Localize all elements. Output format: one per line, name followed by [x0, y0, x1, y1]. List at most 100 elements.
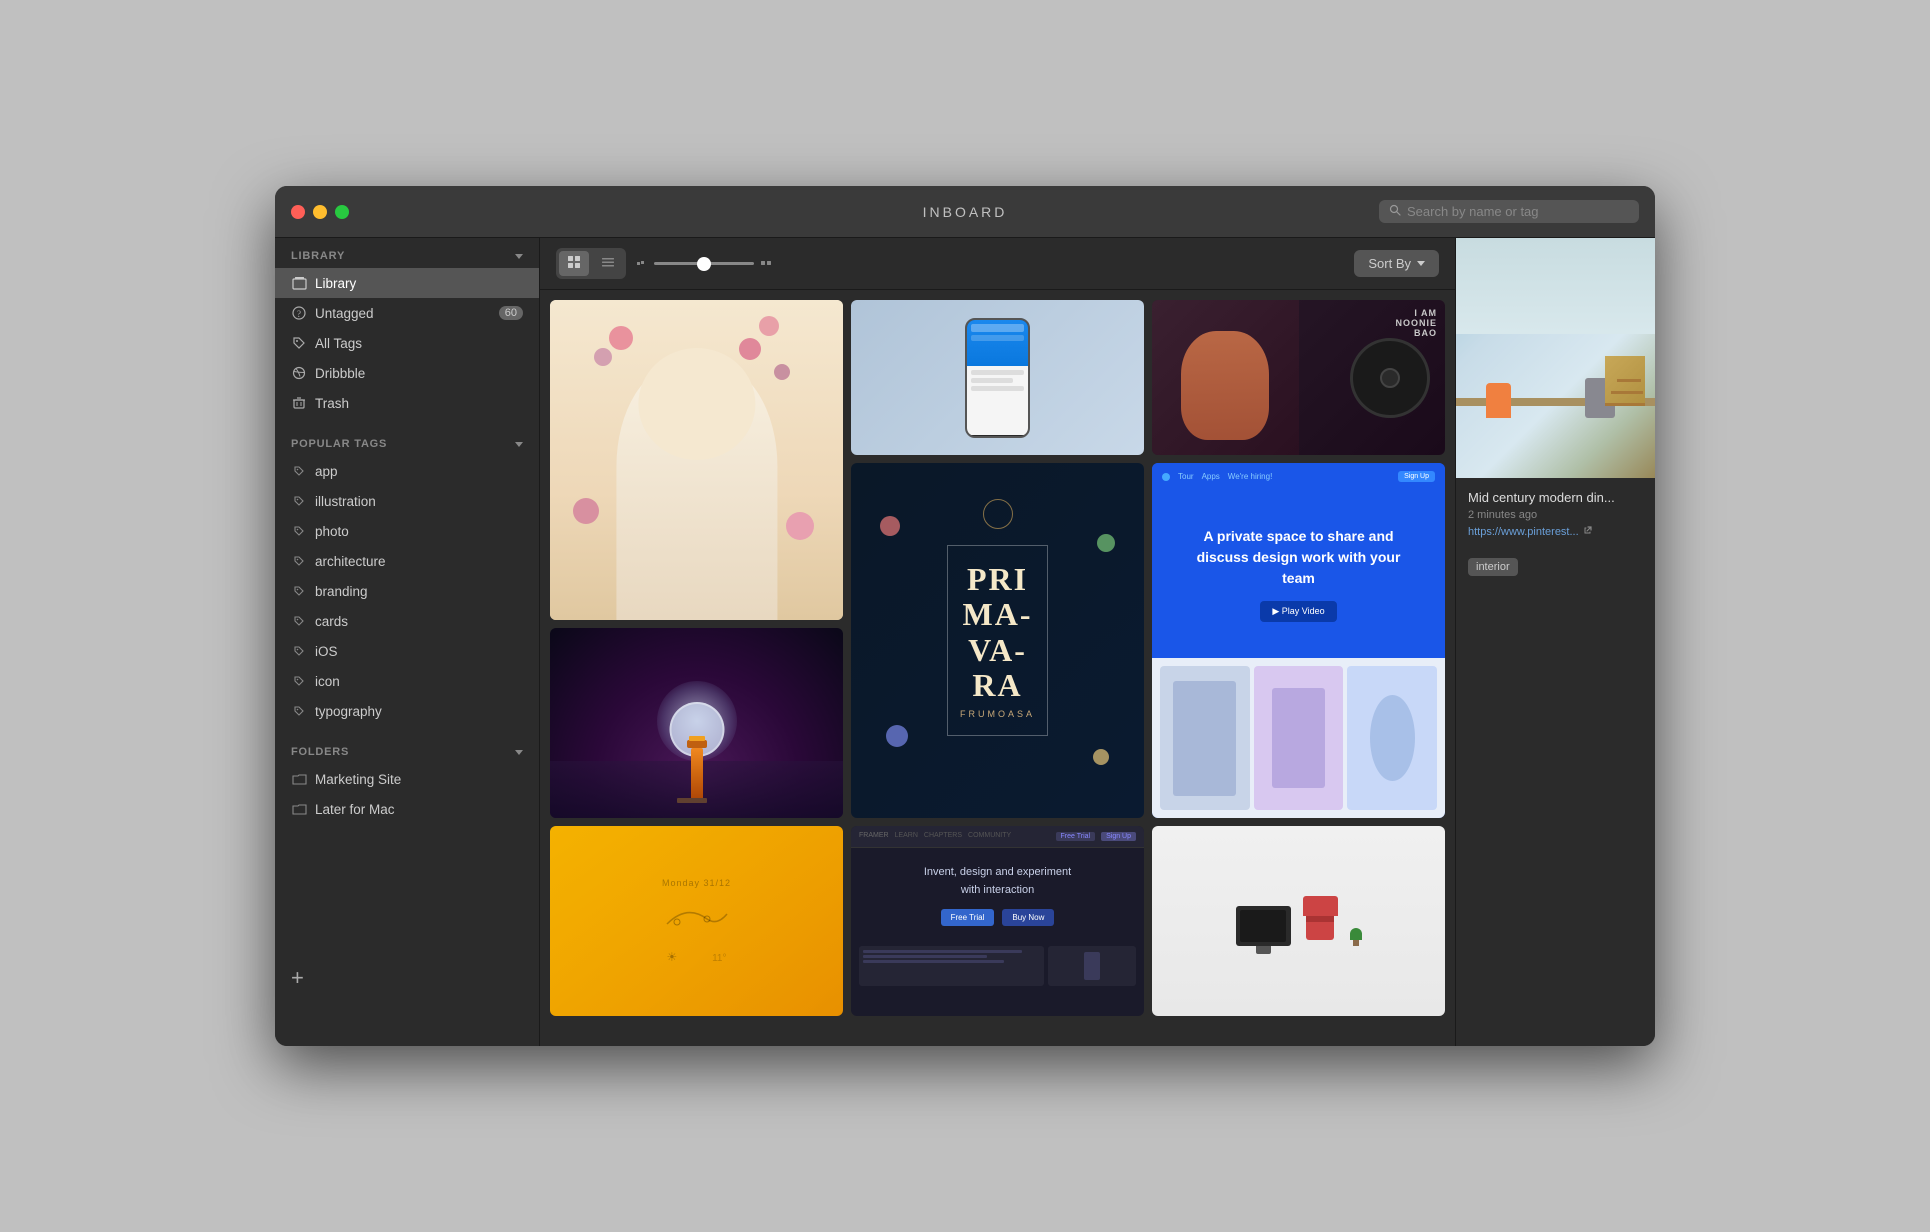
tag-icon	[291, 335, 307, 351]
tag-ios-icon	[291, 643, 307, 659]
sidebar-label-trash: Trash	[315, 396, 349, 411]
tag-photo-label: photo	[315, 524, 349, 539]
size-large-icon	[760, 256, 776, 272]
app-title: INBOARD	[923, 204, 1008, 220]
gallery-item-4[interactable]: PRIMA-VA-RA FRUMOASA	[851, 463, 1144, 818]
sidebar-item-tag-icon[interactable]: icon	[275, 666, 539, 696]
folder-marketing-icon	[291, 771, 307, 787]
folders-section-header: FOLDERS	[275, 734, 539, 764]
popular-tags-header: POPULAR TAGS	[275, 426, 539, 456]
sidebar-item-all-tags[interactable]: All Tags	[275, 328, 539, 358]
sidebar-item-folder-marketing[interactable]: Marketing Site	[275, 764, 539, 794]
detail-tags: interior	[1456, 550, 1655, 584]
sidebar-label-library: Library	[315, 276, 356, 291]
add-item-button[interactable]: +	[291, 967, 304, 989]
size-small-icon	[636, 258, 648, 270]
gallery-item-3[interactable]: I AMNOONIEBAO	[1152, 300, 1445, 455]
untagged-badge: 60	[499, 306, 523, 320]
dribbble-icon	[291, 365, 307, 381]
tag-cards-icon	[291, 613, 307, 629]
tag-illustration-label: illustration	[315, 494, 376, 509]
sort-chevron-icon	[1417, 261, 1425, 266]
svg-text:?: ?	[297, 309, 301, 319]
tag-architecture-label: architecture	[315, 554, 386, 569]
tags-collapse-icon[interactable]	[515, 442, 523, 447]
tag-icon-icon	[291, 673, 307, 689]
detail-info: Mid century modern din... 2 minutes ago …	[1456, 478, 1655, 550]
detail-image	[1456, 238, 1655, 478]
library-section-header: LIBRARY	[275, 238, 539, 268]
folders-collapse-icon[interactable]	[515, 750, 523, 755]
sidebar-item-tag-app[interactable]: app	[275, 456, 539, 486]
tag-architecture-icon	[291, 553, 307, 569]
gallery-item-9[interactable]	[1152, 826, 1445, 1016]
traffic-lights	[291, 205, 349, 219]
library-collapse-icon[interactable]	[515, 254, 523, 259]
gallery-grid: I AMNOONIEBAO PRIMA-VA-RA FRUMOASA	[540, 290, 1455, 1046]
tag-ios-label: iOS	[315, 644, 338, 659]
tag-cards-label: cards	[315, 614, 348, 629]
search-bar[interactable]	[1379, 200, 1639, 223]
folder-later-icon	[291, 801, 307, 817]
grid-view-button[interactable]	[559, 251, 589, 276]
sidebar-item-tag-architecture[interactable]: architecture	[275, 546, 539, 576]
folder-later-label: Later for Mac	[315, 802, 395, 817]
sidebar-item-tag-illustration[interactable]: illustration	[275, 486, 539, 516]
external-link-icon	[1583, 525, 1593, 538]
sidebar-item-tag-branding[interactable]: branding	[275, 576, 539, 606]
tag-illustration-icon	[291, 493, 307, 509]
detail-title: Mid century modern din...	[1468, 490, 1643, 505]
close-button[interactable]	[291, 205, 305, 219]
sidebar-bottom: +	[275, 951, 539, 1006]
gallery-item-2[interactable]	[851, 300, 1144, 455]
sidebar-item-trash[interactable]: Trash	[275, 388, 539, 418]
sidebar-item-folder-later[interactable]: Later for Mac	[275, 794, 539, 824]
trash-icon	[291, 395, 307, 411]
sidebar: LIBRARY Library ?	[275, 238, 540, 1046]
sidebar-item-library[interactable]: Library	[275, 268, 539, 298]
search-icon	[1389, 204, 1401, 219]
search-input[interactable]	[1407, 204, 1629, 219]
gallery-item-7[interactable]: Monday 31/12 ☀ 11°	[550, 826, 843, 1016]
sidebar-label-untagged: Untagged	[315, 306, 374, 321]
detail-panel: Mid century modern din... 2 minutes ago …	[1455, 238, 1655, 1046]
view-toggle	[556, 248, 626, 279]
toolbar: Sort By	[540, 238, 1455, 290]
detail-tag-interior[interactable]: interior	[1468, 558, 1518, 576]
sort-by-label: Sort By	[1368, 256, 1411, 271]
size-slider-track	[636, 256, 776, 272]
sidebar-item-tag-ios[interactable]: iOS	[275, 636, 539, 666]
detail-url[interactable]: https://www.pinterest...	[1468, 525, 1643, 538]
list-view-button[interactable]	[593, 251, 623, 276]
main-layout: LIBRARY Library ?	[275, 238, 1655, 1046]
tag-app-label: app	[315, 464, 338, 479]
gallery-item-6[interactable]	[550, 628, 843, 818]
maximize-button[interactable]	[335, 205, 349, 219]
gallery-item-5[interactable]: Tour Apps We're hiring! Sign Up A privat…	[1152, 463, 1445, 818]
sidebar-item-untagged[interactable]: ? Untagged 60	[275, 298, 539, 328]
sidebar-item-tag-photo[interactable]: photo	[275, 516, 539, 546]
question-icon: ?	[291, 305, 307, 321]
sidebar-item-dribbble[interactable]: Dribbble	[275, 358, 539, 388]
size-slider-input[interactable]	[654, 262, 754, 265]
sidebar-item-tag-cards[interactable]: cards	[275, 606, 539, 636]
detail-time: 2 minutes ago	[1468, 509, 1643, 521]
tag-app-icon	[291, 463, 307, 479]
tag-branding-label: branding	[315, 584, 368, 599]
tag-typography-label: typography	[315, 704, 382, 719]
minimize-button[interactable]	[313, 205, 327, 219]
tag-icon-label: icon	[315, 674, 340, 689]
sidebar-item-tag-typography[interactable]: typography	[275, 696, 539, 726]
tag-photo-icon	[291, 523, 307, 539]
gallery-item-1[interactable]	[550, 300, 843, 620]
gallery-item-8[interactable]: FRAMER LEARN CHAPTERS COMMUNITY Free Tri…	[851, 826, 1144, 1016]
detail-url-text: https://www.pinterest...	[1468, 526, 1579, 538]
folder-marketing-label: Marketing Site	[315, 772, 401, 787]
app-window: INBOARD LIBRARY	[275, 186, 1655, 1046]
library-icon	[291, 275, 307, 291]
content-area: Sort By	[540, 238, 1455, 1046]
sidebar-label-dribbble: Dribbble	[315, 366, 365, 381]
sort-by-button[interactable]: Sort By	[1354, 250, 1439, 277]
sidebar-label-all-tags: All Tags	[315, 336, 362, 351]
tag-branding-icon	[291, 583, 307, 599]
